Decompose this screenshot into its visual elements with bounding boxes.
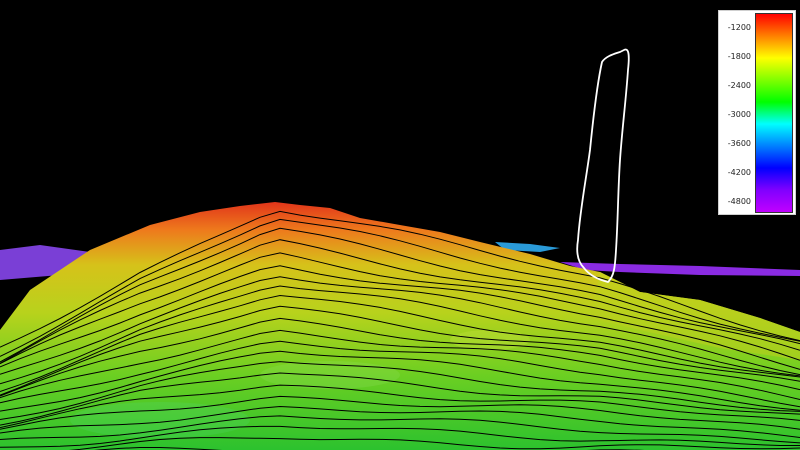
- legend-tick-label: -2400: [727, 81, 751, 90]
- color-scale-bar: [755, 13, 793, 213]
- legend-tick-label: -1200: [727, 23, 751, 32]
- annotation-outline[interactable]: [576, 48, 630, 283]
- surface-highlight: [70, 402, 250, 438]
- legend-tick-label: -3600: [727, 139, 751, 148]
- legend-tick-label: -4800: [727, 197, 751, 206]
- legend-tick-label: -3000: [727, 110, 751, 119]
- surface-highlight: [450, 330, 530, 350]
- terrain-canvas[interactable]: [0, 0, 800, 450]
- bathymetry-3d-view[interactable]: -1200 -1800 -2400 -3000 -3600 -4200 -480…: [0, 0, 800, 450]
- legend-tick-label: -4200: [727, 168, 751, 177]
- depth-color-legend: -1200 -1800 -2400 -3000 -3600 -4200 -480…: [718, 10, 796, 215]
- legend-tick-label: -1800: [727, 52, 751, 61]
